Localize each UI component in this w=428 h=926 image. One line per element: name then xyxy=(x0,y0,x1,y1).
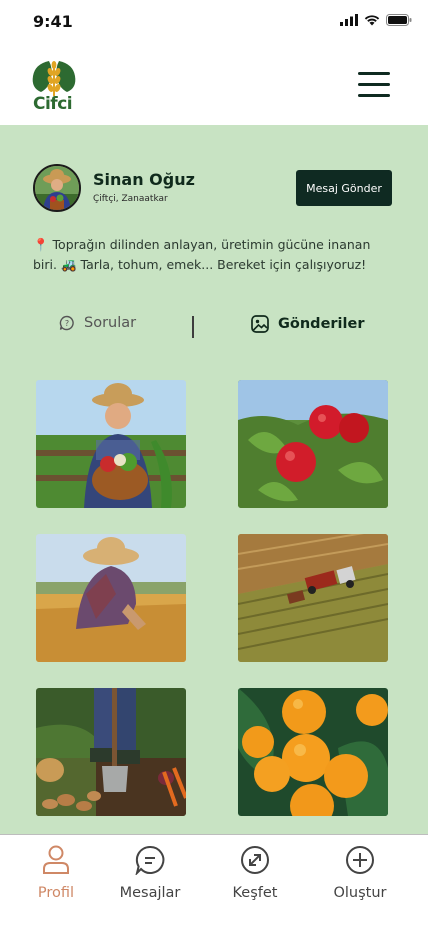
svg-text:?: ? xyxy=(65,319,69,328)
send-message-button[interactable]: Mesaj Gönder xyxy=(296,170,392,206)
chat-icon xyxy=(135,845,165,875)
nav-explore[interactable]: Keşfet xyxy=(210,845,300,901)
farmer-vegetables-image xyxy=(36,380,186,508)
nav-create[interactable]: Oluştur xyxy=(315,845,405,901)
plus-circle-icon xyxy=(346,846,374,874)
nav-profile[interactable]: Profil xyxy=(11,845,101,901)
tab-questions[interactable]: ? Sorular xyxy=(59,315,136,331)
tractor-field-image xyxy=(238,534,388,662)
app-header: Cifci xyxy=(0,44,428,125)
post-thumbnail[interactable] xyxy=(238,688,388,816)
post-thumbnail[interactable] xyxy=(36,688,186,816)
logo-text: Cifci xyxy=(33,94,73,114)
user-name: Sinan Oğuz xyxy=(93,170,195,189)
status-time: 9:41 xyxy=(33,12,73,31)
user-bio: 📍 Toprağın dilinden anlayan, üretimin gü… xyxy=(33,237,371,272)
user-role: Çiftçi, Zanaatkar xyxy=(93,194,168,204)
nav-create-label: Oluştur xyxy=(333,885,387,901)
wifi-icon xyxy=(364,15,380,26)
avatar[interactable] xyxy=(33,164,81,212)
wheat-logo-icon xyxy=(32,61,76,96)
post-thumbnail[interactable] xyxy=(36,534,186,662)
post-thumbnail[interactable] xyxy=(238,380,388,508)
tangerines-image xyxy=(238,688,388,816)
tab-divider xyxy=(192,316,194,338)
status-icons xyxy=(340,14,412,26)
hamburger-menu-icon[interactable] xyxy=(358,72,390,100)
menu-line xyxy=(358,72,390,75)
post-thumbnail[interactable] xyxy=(36,380,186,508)
bottom-navigation: Profil Mesajlar Keşfet Oluştur xyxy=(0,834,428,926)
compass-icon xyxy=(241,846,269,874)
digging-potatoes-image xyxy=(36,688,186,816)
wheat-harvest-image xyxy=(36,534,186,662)
menu-line xyxy=(358,94,390,97)
nav-messages-label: Mesajlar xyxy=(119,885,181,901)
menu-line xyxy=(358,83,390,86)
profile-tabs: ? Sorular Gönderiler xyxy=(0,315,428,341)
question-chat-icon: ? xyxy=(59,315,74,331)
user-icon xyxy=(43,845,69,874)
app-logo[interactable]: Cifci xyxy=(31,58,77,114)
nectarines-image xyxy=(238,380,388,508)
tab-posts-label: Gönderiler xyxy=(278,316,365,332)
image-icon xyxy=(251,315,269,333)
signal-icon xyxy=(340,14,358,26)
nav-messages[interactable]: Mesajlar xyxy=(105,845,195,901)
profile-content: Sinan Oğuz Çiftçi, Zanaatkar Mesaj Gönde… xyxy=(0,125,428,834)
nav-profile-label: Profil xyxy=(37,885,75,901)
farmer-avatar-image xyxy=(35,166,79,210)
status-bar: 9:41 xyxy=(0,0,428,44)
tab-questions-label: Sorular xyxy=(84,315,137,331)
nav-explore-label: Keşfet xyxy=(232,885,278,901)
battery-icon xyxy=(386,14,412,26)
post-thumbnail[interactable] xyxy=(238,534,388,662)
tab-posts[interactable]: Gönderiler xyxy=(251,315,364,333)
